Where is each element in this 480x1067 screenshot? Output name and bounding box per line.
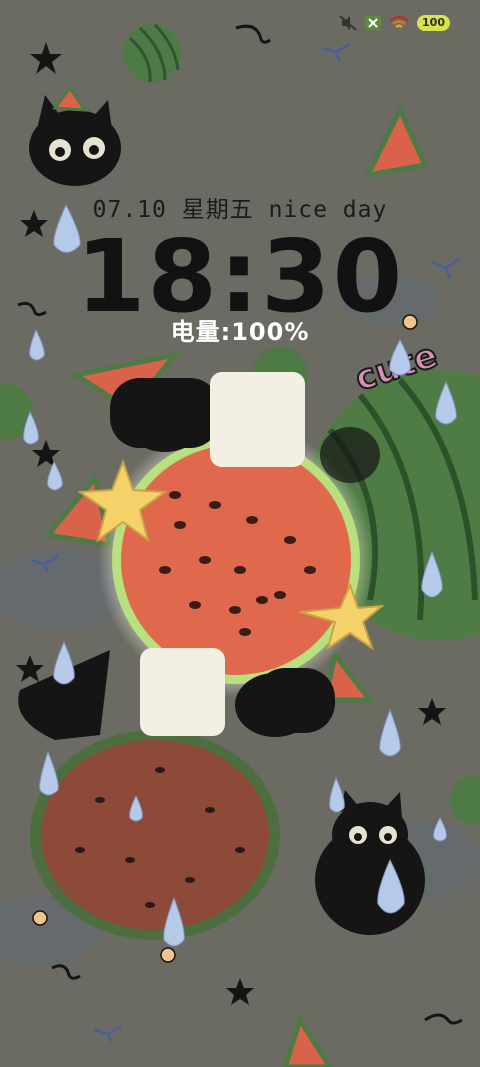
watermelon-slice-icon (363, 104, 429, 179)
wifi-icon (389, 16, 409, 30)
black-cat-icon (315, 790, 425, 935)
watermelon-slice-icon (282, 1014, 333, 1067)
sim-disabled-icon (365, 16, 382, 30)
status-bar: 100 (339, 12, 450, 34)
battery-percentage-label: 电量:100% (170, 318, 310, 346)
silent-mode-icon (339, 15, 357, 31)
battery-indicator: 100 (417, 15, 450, 31)
black-cat-icon (29, 85, 121, 186)
watermelon-ball-icon (450, 775, 480, 825)
lockscreen-wallpaper: cute (0, 23, 480, 1067)
watermelon-half-icon (30, 730, 280, 940)
watermelon-ball-icon (123, 23, 181, 83)
black-cat-icon (320, 427, 380, 483)
